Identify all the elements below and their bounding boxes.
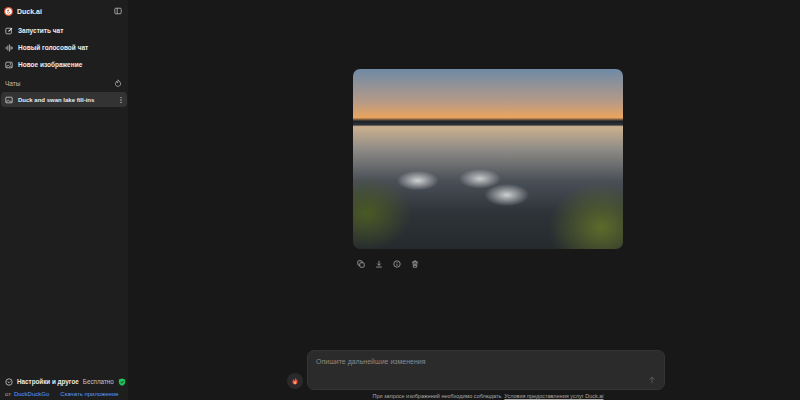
sidebar-action-label: Запустить чат	[18, 27, 63, 34]
sidebar-actions: Запустить чат Новый голосовой чат Новое из…	[0, 22, 128, 73]
fire-button[interactable]	[287, 373, 303, 389]
trash-icon[interactable]	[411, 260, 419, 268]
sidebar-action-label: Новое изображение	[18, 61, 82, 68]
duck-logo-icon	[4, 7, 13, 16]
flame-icon	[291, 377, 299, 385]
logo-text: Duck.ai	[17, 8, 42, 15]
chevron-circle-icon	[5, 378, 13, 386]
chats-section-header: Чаты	[0, 76, 128, 90]
sidebar-action[interactable]: Новый голосовой чат	[0, 39, 128, 56]
logo-row: Duck.ai	[0, 5, 128, 17]
chat-list: Duck and swan lake fill-ins	[0, 92, 128, 107]
composer[interactable]: Опишите дальнейшие изменения	[307, 350, 665, 390]
shield-check-icon	[118, 378, 126, 386]
image-icon	[5, 96, 13, 104]
disclaimer-text: При запросе изображений необходимо соблю…	[372, 393, 501, 399]
download-app-link[interactable]: Скачать приложение	[60, 391, 118, 397]
app-window: Duck.ai Запустить чат Новый голосовой чат Н…	[0, 0, 800, 400]
main-area: Опишите дальнейшие изменения При запросе …	[128, 0, 800, 400]
image-icon	[5, 61, 13, 69]
duckduckgo-link[interactable]: DuckDuckGo	[14, 391, 49, 397]
send-arrow-icon[interactable]	[648, 376, 656, 384]
image-actions	[353, 249, 423, 268]
info-icon[interactable]	[393, 260, 401, 268]
terms-link[interactable]: Условия предоставления услуг Duck.ai	[504, 393, 603, 399]
sidebar: Duck.ai Запустить чат Новый голосовой чат Н…	[0, 0, 128, 400]
collapse-sidebar-icon[interactable]	[114, 7, 122, 15]
sidebar-spacer	[0, 107, 128, 375]
copy-icon[interactable]	[357, 260, 365, 268]
footer-by: от	[5, 391, 11, 397]
edit-icon	[5, 27, 13, 35]
waveform-icon	[5, 44, 13, 52]
logo[interactable]: Duck.ai	[4, 7, 42, 16]
settings-label: Настройки и другое	[17, 378, 79, 385]
image-result	[353, 69, 623, 268]
chat-item-label: Duck and swan lake fill-ins	[18, 97, 114, 103]
sidebar-action[interactable]: Запустить чат	[0, 22, 128, 39]
chat-item[interactable]: Duck and swan lake fill-ins	[1, 92, 127, 107]
sidebar-footer: отDuckDuckGo Скачать приложение	[0, 388, 128, 397]
sidebar-action[interactable]: Новое изображение	[0, 56, 128, 73]
plan-label: Бесплатно	[83, 378, 114, 385]
more-options-icon[interactable]	[119, 96, 123, 104]
composer-placeholder: Опишите дальнейшие изменения	[316, 358, 426, 365]
settings-row[interactable]: Настройки и другое Бесплатно	[0, 375, 128, 388]
sidebar-action-label: Новый голосовой чат	[18, 44, 88, 51]
disclaimer: При запросе изображений необходимо соблю…	[372, 390, 603, 400]
generated-image[interactable]	[353, 69, 623, 249]
download-icon[interactable]	[375, 260, 383, 268]
chats-section-label: Чаты	[5, 80, 20, 87]
fire-clear-icon[interactable]	[114, 79, 122, 87]
composer-row: Опишите дальнейшие изменения	[287, 350, 689, 390]
